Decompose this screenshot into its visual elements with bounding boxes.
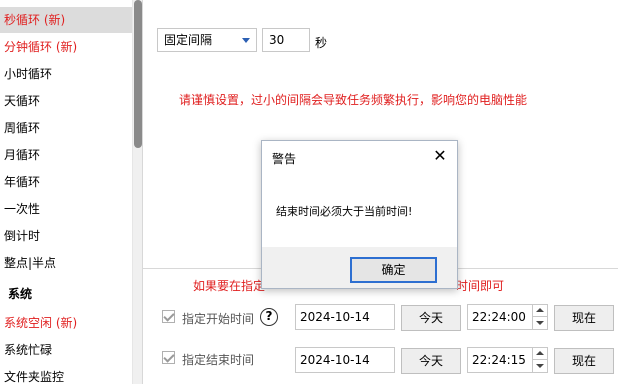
spinner-up-icon[interactable] bbox=[533, 305, 547, 317]
dialog-titlebar: 警告 ✕ bbox=[262, 141, 457, 171]
warning-dialog: 警告 ✕ 结束时间必须大于当前时间! 确定 bbox=[261, 140, 458, 289]
sidebar-item-hour-half[interactable]: 整点|半点 bbox=[0, 250, 132, 276]
end-time-label: 指定结束时间 bbox=[182, 353, 255, 367]
start-date-field[interactable]: 2024-10-14 bbox=[295, 304, 395, 330]
sidebar-item-hour-loop[interactable]: 小时循环 bbox=[0, 61, 132, 87]
end-date-field[interactable]: 2024-10-14 bbox=[295, 347, 395, 373]
check-icon bbox=[163, 310, 175, 322]
start-time-label: 指定开始时间 bbox=[182, 312, 255, 326]
spinner-up-icon[interactable] bbox=[533, 348, 547, 360]
sidebar-item-year-loop[interactable]: 年循环 bbox=[0, 169, 132, 195]
sidebar-scrollbar[interactable] bbox=[132, 0, 142, 384]
dialog-body: 结束时间必须大于当前时间! bbox=[262, 171, 457, 247]
sidebar-item-system-busy[interactable]: 系统忙碌 bbox=[0, 337, 132, 363]
sidebar: 秒循环 (新) 分钟循环 (新) 小时循环 天循环 周循环 月循环 年循环 一次… bbox=[0, 0, 142, 384]
sidebar-item-system-idle[interactable]: 系统空闲 (新) bbox=[0, 310, 132, 336]
end-time-value: 22:24:15 bbox=[472, 353, 526, 367]
sidebar-item-week-loop[interactable]: 周循环 bbox=[0, 115, 132, 141]
sidebar-divider bbox=[142, 0, 143, 384]
interval-mode-select[interactable]: 固定间隔 bbox=[157, 28, 257, 52]
start-time-spinner[interactable] bbox=[532, 305, 547, 329]
check-icon bbox=[163, 351, 175, 363]
spinner-down-icon[interactable] bbox=[533, 318, 547, 329]
dialog-title: 警告 bbox=[272, 152, 297, 166]
hint-text-right: 时间即可 bbox=[456, 279, 505, 293]
start-time-field[interactable]: 22:24:00 bbox=[467, 304, 548, 330]
sidebar-item-once[interactable]: 一次性 bbox=[0, 196, 132, 222]
start-now-button[interactable]: 现在 bbox=[554, 305, 614, 331]
sidebar-item-minute-loop[interactable]: 分钟循环 (新) bbox=[0, 34, 132, 60]
sidebar-group-system: 系统 bbox=[8, 287, 33, 301]
interval-value-input[interactable]: 30 bbox=[262, 28, 310, 52]
interval-unit-label: 秒 bbox=[315, 36, 328, 50]
chevron-down-icon bbox=[242, 38, 250, 43]
help-icon[interactable]: ? bbox=[260, 308, 278, 326]
start-time-checkbox[interactable] bbox=[162, 310, 175, 323]
end-today-button[interactable]: 今天 bbox=[401, 348, 461, 374]
close-icon[interactable]: ✕ bbox=[429, 145, 451, 167]
sidebar-item-folder-monitor[interactable]: 文件夹监控 bbox=[0, 364, 132, 384]
end-time-field[interactable]: 22:24:15 bbox=[467, 347, 548, 373]
sidebar-scrollbar-thumb[interactable] bbox=[134, 0, 142, 148]
sidebar-item-month-loop[interactable]: 月循环 bbox=[0, 142, 132, 168]
interval-warning-text: 请谨慎设置，过小的间隔会导致任务频繁执行，影响您的电脑性能 bbox=[179, 93, 528, 107]
end-time-spinner[interactable] bbox=[532, 348, 547, 372]
start-today-button[interactable]: 今天 bbox=[401, 305, 461, 331]
dialog-ok-button[interactable]: 确定 bbox=[350, 257, 437, 283]
sidebar-item-second-loop[interactable]: 秒循环 (新) bbox=[0, 7, 132, 33]
end-time-checkbox[interactable] bbox=[162, 351, 175, 364]
interval-mode-value: 固定间隔 bbox=[164, 33, 213, 47]
end-now-button[interactable]: 现在 bbox=[554, 348, 614, 374]
spinner-down-icon[interactable] bbox=[533, 361, 547, 372]
dialog-message: 结束时间必须大于当前时间! bbox=[276, 205, 413, 218]
hint-text-left: 如果要在指定 bbox=[193, 279, 266, 293]
start-time-value: 22:24:00 bbox=[472, 310, 526, 324]
sidebar-item-day-loop[interactable]: 天循环 bbox=[0, 88, 132, 114]
sidebar-item-countdown[interactable]: 倒计时 bbox=[0, 223, 132, 249]
